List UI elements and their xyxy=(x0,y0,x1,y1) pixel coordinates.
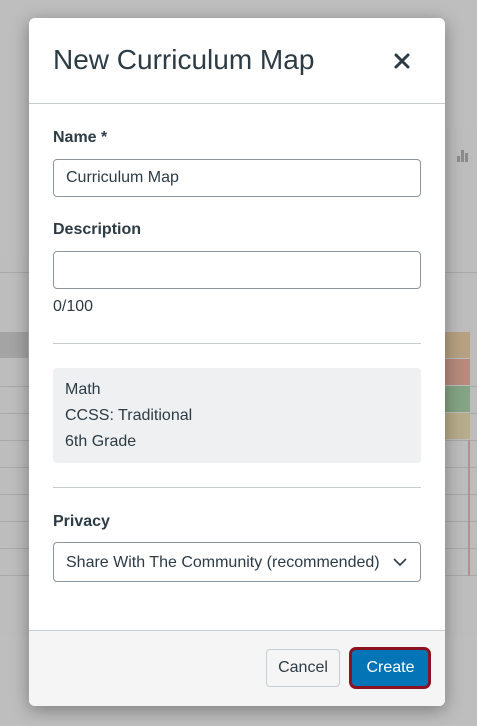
new-curriculum-map-dialog: New Curriculum Map Name * Curriculum Map… xyxy=(29,18,445,706)
description-char-count: 0/100 xyxy=(53,298,94,315)
modal-title: New Curriculum Map xyxy=(53,44,315,75)
privacy-label: Privacy xyxy=(53,513,110,530)
subject-text: Math xyxy=(65,381,101,398)
privacy-selected-value: Share With The Community (recommended) xyxy=(66,554,380,571)
privacy-select[interactable]: Share With The Community (recommended) xyxy=(53,542,421,582)
description-label: Description xyxy=(53,221,142,238)
close-icon xyxy=(394,53,410,69)
grade-text: 6th Grade xyxy=(65,433,137,450)
create-button-highlight xyxy=(349,647,431,689)
standards-text: CCSS: Traditional xyxy=(65,407,193,424)
divider xyxy=(53,487,421,488)
divider xyxy=(53,343,421,344)
modal-header: New Curriculum Map xyxy=(29,18,445,104)
background-row-number xyxy=(0,332,28,358)
name-label: Name * xyxy=(53,129,108,146)
chart-icon xyxy=(456,148,470,162)
background-line xyxy=(468,440,470,576)
chevron-down-icon xyxy=(393,558,407,567)
name-input[interactable]: Curriculum Map xyxy=(53,159,421,197)
subject-context-box: Math CCSS: Traditional 6th Grade xyxy=(53,368,421,463)
description-input[interactable] xyxy=(53,251,421,289)
close-button[interactable] xyxy=(387,46,417,76)
cancel-button[interactable]: Cancel xyxy=(266,649,340,687)
